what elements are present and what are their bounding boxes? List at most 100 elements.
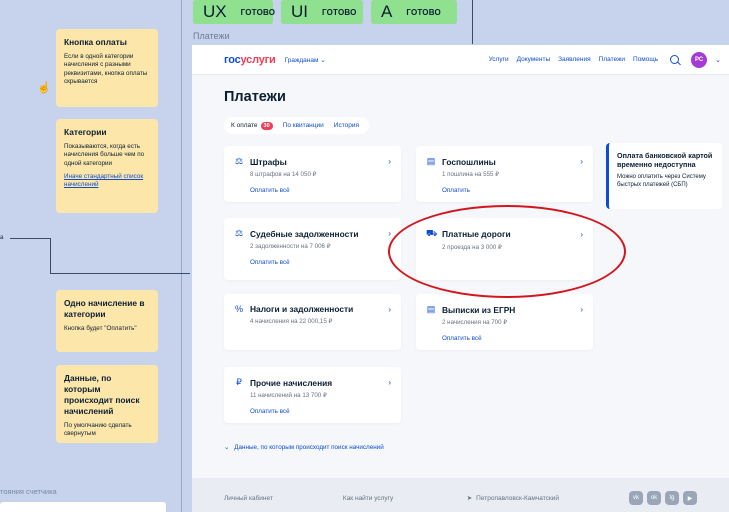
location-arrow-icon: ➤ <box>466 495 473 502</box>
youtube-icon[interactable]: ▶ <box>683 491 697 505</box>
nav-services[interactable]: Услуги <box>489 56 509 63</box>
social-links: vk ok tg ▶ <box>629 491 697 505</box>
card-title: Штрафы <box>250 156 287 167</box>
card-subtitle: 4 начисления на 22 000,15 ₽ <box>250 318 333 325</box>
category-card-toll-roads[interactable]: ⛟ Платные дороги › 2 проезда на 3 000 ₽ <box>416 218 593 280</box>
nav-applications[interactable]: Заявления <box>558 56 591 63</box>
note-text: Если в одной категории начисления с разн… <box>64 53 148 85</box>
search-icon[interactable] <box>670 55 680 64</box>
chevron-right-icon: › <box>580 229 583 239</box>
chip-status: ГОТОВО <box>240 7 276 17</box>
category-card-fines[interactable]: ⚖ Штрафы › 8 штрафов на 14 050 ₽ Оплатить … <box>224 146 401 202</box>
card-title: Судебные задолженности <box>250 228 359 239</box>
scales-icon: ⚖ <box>234 228 244 238</box>
category-card-duties[interactable]: ▤ Госпошлины › 1 пошлина на 555 ₽ Оплатить <box>416 146 593 202</box>
chevron-right-icon: › <box>388 378 391 387</box>
chip-code: UI <box>291 2 308 21</box>
connector-line <box>10 238 50 239</box>
audience-select[interactable]: Гражданам ⌄ <box>285 56 326 64</box>
note-title: Кнопка оплаты <box>64 37 127 47</box>
connector-line <box>50 238 51 274</box>
nav-payments[interactable]: Платежи <box>599 56 625 63</box>
note-text: По умолчанию сделать свернутым <box>64 422 132 438</box>
connector-line <box>472 0 473 44</box>
card-payment-notice: Оплата банковской картой временно недост… <box>606 143 722 209</box>
note-single-charge: Одно начисление в категории Кнопка будет… <box>56 290 158 352</box>
chevron-down-icon: ⌄ <box>224 444 230 451</box>
category-card-other[interactable]: ₽ Прочие начисления › 11 начислений на 13 … <box>224 367 401 423</box>
nav-documents[interactable]: Документы <box>517 56 551 63</box>
card-title: Прочие начисления <box>250 377 333 388</box>
note-categories: Категории Показываются, когда есть начис… <box>56 119 158 213</box>
payments-page-frame: госуслуги Гражданам ⌄ Услуги Документы З… <box>192 45 729 512</box>
search-data-expand-link[interactable]: ⌄ Данные, по которым происходит поиск на… <box>224 444 384 451</box>
percent-icon: % <box>234 304 243 314</box>
note-pay-button: Кнопка оплаты Если в одной категории нач… <box>56 29 158 107</box>
note-text: Показываются, когда есть начисления боль… <box>64 143 145 167</box>
pay-all-link[interactable]: Оплатить всё <box>250 187 391 194</box>
card-subtitle: 8 штрафов на 14 050 ₽ <box>250 171 317 178</box>
pointer-cursor-icon: ☝ <box>37 82 51 94</box>
count-badge: 30 <box>260 121 273 130</box>
location-select[interactable]: ➤ Петропавловск-Камчатский <box>466 494 559 503</box>
avatar[interactable]: РС <box>691 51 708 68</box>
footer-link-cabinet[interactable]: Личный кабинет <box>224 495 273 502</box>
card-subtitle: 2 задолженности на 7 006 ₽ <box>250 243 331 250</box>
card-title: Налоги и задолженности <box>250 304 354 314</box>
tab-to-pay[interactable]: К оплате 30 <box>231 121 273 130</box>
connector-line <box>50 273 190 274</box>
note-title: Одно начисление в категории <box>64 298 145 319</box>
footer: Личный кабинет Как найти услугу ➤ Петропа… <box>192 478 729 512</box>
category-card-taxes[interactable]: % Налоги и задолженности › 4 начисления на… <box>224 294 401 350</box>
card-subtitle: 2 проезда на 3 000 ₽ <box>442 244 502 251</box>
edge-label: а <box>0 235 4 241</box>
ok-icon[interactable]: ok <box>647 491 661 505</box>
chevron-right-icon: › <box>580 305 583 314</box>
note-link[interactable]: Иначе стандартный список начислений <box>64 173 150 190</box>
gosuslugi-logo[interactable]: госуслуги <box>224 54 276 66</box>
telegram-icon[interactable]: tg <box>665 491 679 505</box>
frame-label: Платежи <box>193 31 230 41</box>
chevron-down-icon: ⌄ <box>320 56 326 64</box>
car-icon: ⛟ <box>426 228 438 238</box>
card-title: Госпошлины <box>442 156 496 167</box>
category-card-court-debts[interactable]: ⚖ Судебные задолженности › 2 задолженности… <box>224 218 401 280</box>
ruble-icon: ₽ <box>236 377 242 387</box>
pay-all-link[interactable]: Оплатить всё <box>250 408 391 415</box>
footer-link-find-service[interactable]: Как найти услугу <box>343 495 393 502</box>
tab-by-receipt[interactable]: По квитанции <box>283 122 324 129</box>
pay-link[interactable]: Оплатить <box>442 187 583 194</box>
note-text: Кнопка будет "Оплатить" <box>64 325 137 332</box>
page-title: Платежи <box>224 89 286 105</box>
vk-icon[interactable]: vk <box>629 491 643 505</box>
connector-line <box>181 0 182 512</box>
chip-status: ГОТОВО <box>406 7 441 17</box>
status-chip-ui[interactable]: UI ГОТОВО <box>281 0 363 24</box>
file-icon: ▤ <box>426 304 436 314</box>
canvas-frame-fragment <box>0 502 166 512</box>
nav-help[interactable]: Помощь <box>633 56 658 63</box>
police-icon: ⚖ <box>234 156 244 166</box>
tab-history[interactable]: История <box>334 122 359 129</box>
chevron-right-icon: › <box>388 157 391 166</box>
note-title: Категории <box>64 127 107 137</box>
card-title: Выписки из ЕГРН <box>442 304 516 315</box>
card-subtitle: 11 начислений на 13 700 ₽ <box>250 392 327 399</box>
card-subtitle: 2 начисления на 700 ₽ <box>442 319 508 326</box>
status-chip-ux[interactable]: UX ГОТОВО <box>193 0 276 24</box>
header: госуслуги Гражданам ⌄ Услуги Документы З… <box>192 45 729 75</box>
pay-all-link[interactable]: Оплатить всё <box>442 335 583 342</box>
chip-code: UX <box>203 2 227 21</box>
canvas-section-label: тояния счетчика <box>0 487 57 496</box>
notice-title: Оплата банковской картой временно недост… <box>617 151 713 169</box>
status-chip-a[interactable]: A ГОТОВО <box>371 0 457 24</box>
tabs: К оплате 30 По квитанции История <box>224 117 369 134</box>
chevron-right-icon: › <box>580 157 583 166</box>
pay-all-link[interactable]: Оплатить всё <box>250 259 391 266</box>
document-icon: ▤ <box>426 156 436 166</box>
card-title: Платные дороги <box>442 229 511 239</box>
card-subtitle: 1 пошлина на 555 ₽ <box>442 171 500 178</box>
chevron-down-icon[interactable]: ⌄ <box>715 56 721 64</box>
category-card-egrn[interactable]: ▤ Выписки из ЕГРН › 2 начисления на 700 ₽ … <box>416 294 593 350</box>
chevron-right-icon: › <box>388 229 391 238</box>
